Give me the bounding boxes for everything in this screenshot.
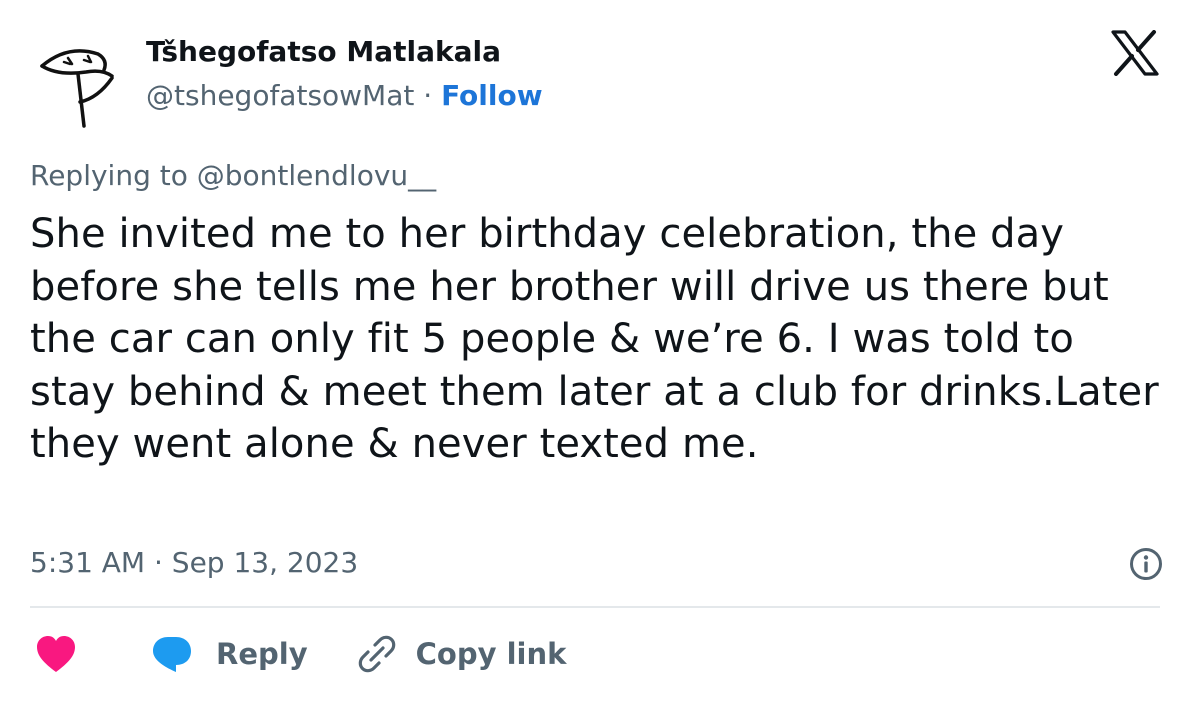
tweet-text: She invited me to her birthday celebrati…	[30, 211, 1159, 467]
handle-separator: ·	[414, 79, 442, 112]
copy-link-label: Copy link	[415, 637, 567, 671]
divider	[30, 606, 1160, 608]
x-logo-icon[interactable]	[1110, 30, 1160, 76]
tweet-card: Tšhegofatso Matlakala @tshegofatsowMat ·…	[0, 0, 1200, 707]
reply-bubble-icon	[153, 637, 191, 672]
reply-button[interactable]: Reply	[150, 634, 308, 674]
author-info: Tšhegofatso Matlakala @tshegofatsowMat ·…	[146, 34, 543, 114]
author-display-name[interactable]: Tšhegofatso Matlakala	[146, 34, 543, 70]
copy-link-button[interactable]: Copy link	[356, 633, 567, 675]
info-icon[interactable]	[1128, 546, 1164, 582]
link-icon	[358, 635, 395, 673]
reply-label: Reply	[216, 637, 308, 671]
tweet-timestamp[interactable]: 5:31 AM · Sep 13, 2023	[30, 545, 358, 581]
like-button[interactable]	[30, 634, 78, 674]
author-handle-line: @tshegofatsowMat · Follow	[146, 78, 543, 114]
author-handle[interactable]: @tshegofatsowMat	[146, 79, 414, 112]
heart-icon	[37, 636, 75, 672]
replying-to[interactable]: Replying to @bontlendlovu__	[30, 158, 436, 194]
avatar[interactable]	[28, 36, 124, 132]
follow-button[interactable]: Follow	[441, 79, 543, 112]
action-bar: Reply Copy link	[30, 628, 566, 680]
